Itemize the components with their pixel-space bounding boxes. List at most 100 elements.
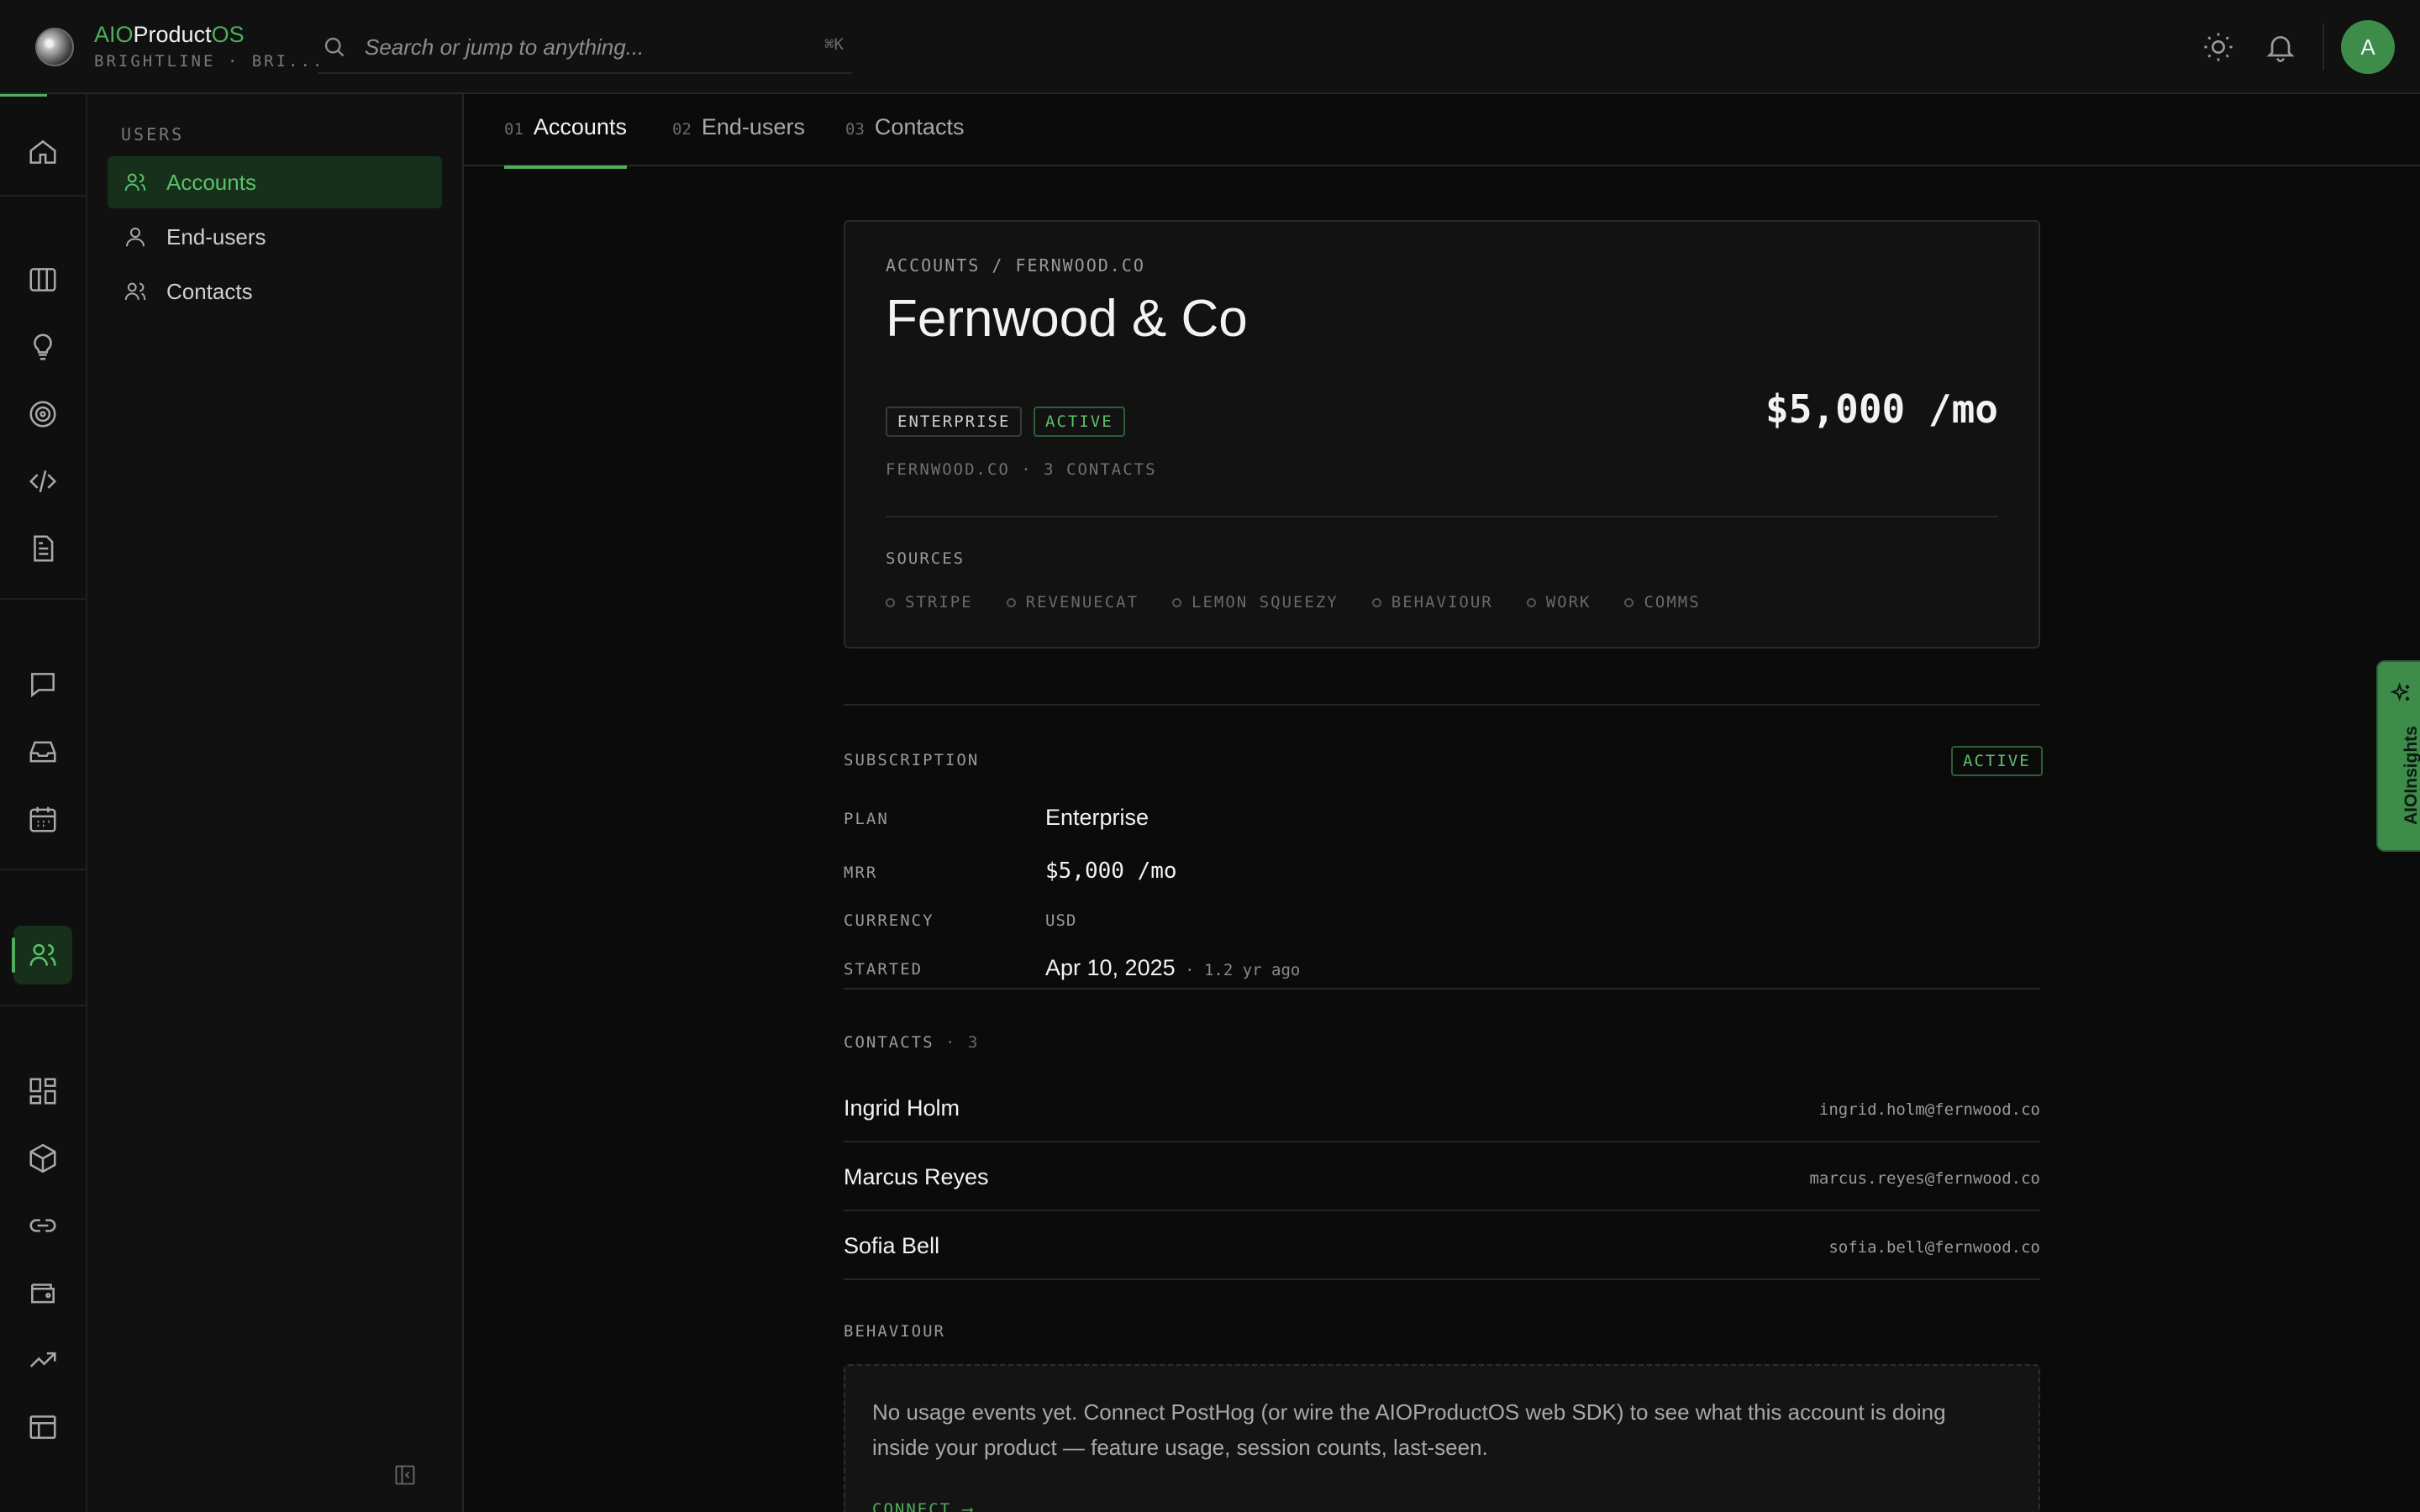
rail-users[interactable] <box>12 926 72 984</box>
status-dot-icon <box>1006 597 1016 607</box>
rail-docs[interactable] <box>13 519 72 578</box>
bell-icon[interactable] <box>2264 30 2297 64</box>
rail-chat[interactable] <box>13 655 72 714</box>
board-icon <box>29 268 56 291</box>
sidebar-item-label: Contacts <box>166 278 253 304</box>
mrr-field-value: $5,000 /mo <box>1045 858 1177 884</box>
users-icon <box>124 282 146 301</box>
account-meta: FERNWOOD.CO · 3 CONTACTS <box>886 460 1157 479</box>
empty-state-text: No usage events yet. Connect PostHog (or… <box>872 1399 1946 1460</box>
source-revenuecat[interactable]: REVENUECAT <box>1006 593 1139 612</box>
status-dot-icon <box>1371 597 1381 607</box>
plan-value: Enterprise <box>1045 805 1150 830</box>
sidebar-item-label: End-users <box>166 223 266 249</box>
rail-home[interactable] <box>13 123 72 181</box>
rail-accent <box>0 94 47 97</box>
rail-ideas[interactable] <box>13 318 72 376</box>
brand-name[interactable]: AIOProductOS <box>94 22 245 48</box>
status-badge: ACTIVE <box>1034 407 1125 437</box>
rail-board[interactable] <box>13 250 72 309</box>
divider <box>844 988 2040 990</box>
code-icon <box>29 470 57 492</box>
currency-value: USD <box>1045 911 1077 930</box>
table-row[interactable]: Ingrid Holm ingrid.holm@fernwood.co <box>844 1075 2040 1142</box>
logo-icon[interactable] <box>35 28 74 66</box>
user-avatar[interactable]: A <box>2341 20 2395 74</box>
rail-divider <box>0 195 86 197</box>
tab-bar: 01 Accounts 02 End-users 03 Contacts <box>464 94 2420 169</box>
status-dot-icon <box>1526 597 1536 607</box>
table-row[interactable]: Marcus Reyes marcus.reyes@fernwood.co <box>844 1144 2040 1211</box>
rail-widgets[interactable] <box>13 1062 72 1121</box>
collapse-sidebar-icon[interactable] <box>393 1463 417 1487</box>
trending-icon <box>29 1352 56 1368</box>
rail-inbox[interactable] <box>13 722 72 781</box>
theme-toggle-sun-icon[interactable] <box>2202 30 2235 64</box>
tab-accounts[interactable]: 01 Accounts <box>504 114 627 169</box>
calendar-icon <box>29 806 56 832</box>
document-icon <box>34 535 54 562</box>
target-icon <box>29 401 56 428</box>
sparkle-icon <box>2390 682 2410 702</box>
divider <box>886 516 1998 517</box>
rail-divider <box>0 1005 86 1006</box>
topbar-divider <box>2323 24 2324 71</box>
tab-contacts[interactable]: 03 Contacts <box>845 114 964 166</box>
rail-tables[interactable] <box>13 1398 72 1457</box>
rail-products[interactable] <box>13 1129 72 1188</box>
rail-links[interactable] <box>13 1196 72 1255</box>
lightbulb-icon <box>34 333 52 360</box>
top-bar: AIOProductOS BRIGHTLINE · BRI... ⌘K A <box>0 0 2420 94</box>
mrr-value: $5,000 /mo <box>1765 386 1998 432</box>
sidebar-item-contacts[interactable]: Contacts <box>108 265 442 318</box>
section-sidebar: USERS Accounts End-users Contacts <box>87 94 464 1512</box>
tab-end-users[interactable]: 02 End-users <box>672 114 805 166</box>
source-comms[interactable]: COMMS <box>1624 593 1700 612</box>
insights-panel-toggle[interactable]: AIOInsights <box>2376 660 2420 852</box>
user-icon <box>126 228 145 247</box>
rail-billing[interactable] <box>13 1263 72 1322</box>
sidebar-item-end-users[interactable]: End-users <box>108 211 442 263</box>
nav-rail <box>0 94 87 1512</box>
breadcrumb[interactable]: ACCOUNTS / FERNWOOD.CO <box>886 255 1145 276</box>
app-root: AIOProductOS BRIGHTLINE · BRI... ⌘K A <box>0 0 2420 1512</box>
users-icon <box>124 173 146 192</box>
contact-email[interactable]: ingrid.holm@fernwood.co <box>1819 1100 2040 1119</box>
subscription-status-badge: ACTIVE <box>1951 746 2043 776</box>
contacts-heading: CONTACTS · 3 <box>844 1033 980 1052</box>
contact-email[interactable]: sofia.bell@fernwood.co <box>1828 1238 2040 1257</box>
sources-list: STRIPE REVENUECAT LEMON SQUEEZY BEHAVIOU… <box>886 593 1734 612</box>
plan-label: PLAN <box>844 810 889 828</box>
contact-email[interactable]: marcus.reyes@fernwood.co <box>1809 1169 2040 1188</box>
connect-button[interactable]: CONNECT ⟶ <box>872 1500 974 1512</box>
rail-analytics[interactable] <box>13 1331 72 1389</box>
rail-code[interactable] <box>13 452 72 511</box>
contact-name: Ingrid Holm <box>844 1095 960 1121</box>
currency-label: CURRENCY <box>844 911 934 930</box>
source-work[interactable]: WORK <box>1526 593 1591 612</box>
main-content: 01 Accounts 02 End-users 03 Contacts ACCOUN… <box>464 94 2420 1512</box>
behaviour-heading: BEHAVIOUR <box>844 1322 945 1341</box>
link-icon <box>29 1219 56 1232</box>
search-shortcut: ⌘K <box>824 35 844 54</box>
source-lemon-squeezy[interactable]: LEMON SQUEEZY <box>1172 593 1339 612</box>
sidebar-item-accounts[interactable]: Accounts <box>108 156 442 208</box>
source-stripe[interactable]: STRIPE <box>886 593 973 612</box>
home-icon <box>29 139 56 164</box>
table-row[interactable]: Sofia Bell sofia.bell@fernwood.co <box>844 1213 2040 1280</box>
search-input[interactable] <box>365 32 768 62</box>
global-search[interactable]: ⌘K <box>318 18 852 74</box>
table-icon <box>29 1415 56 1439</box>
plan-badge: ENTERPRISE <box>886 407 1023 437</box>
source-behaviour[interactable]: BEHAVIOUR <box>1371 593 1493 612</box>
status-dot-icon <box>1172 597 1182 607</box>
rail-calendar[interactable] <box>13 790 72 848</box>
grid-icon <box>29 1078 56 1105</box>
workspace-switcher[interactable]: BRIGHTLINE · BRI... <box>94 52 324 71</box>
rail-goals[interactable] <box>13 385 72 444</box>
contacts-count: 3 <box>967 1033 980 1052</box>
sidebar-item-label: Accounts <box>166 169 256 195</box>
search-icon <box>324 37 345 57</box>
contact-name: Marcus Reyes <box>844 1164 989 1189</box>
contact-name: Sofia Bell <box>844 1233 940 1258</box>
